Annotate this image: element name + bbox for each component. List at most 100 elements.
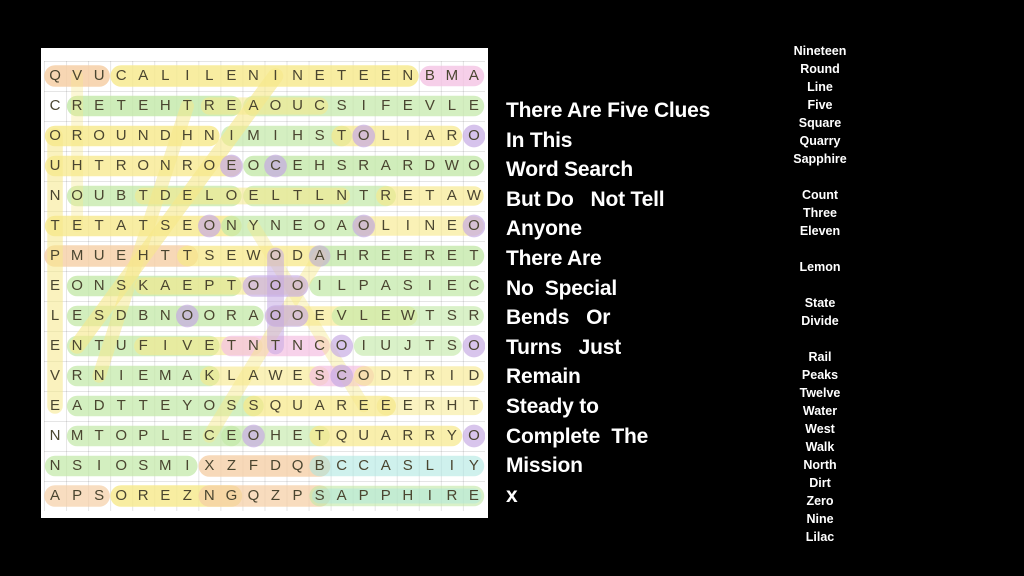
- grid-cell[interactable]: U: [375, 331, 397, 361]
- grid-cell[interactable]: D: [154, 121, 176, 151]
- grid-cell[interactable]: O: [264, 301, 286, 331]
- grid-cell[interactable]: E: [463, 481, 485, 511]
- grid-cell[interactable]: E: [176, 421, 198, 451]
- grid-cell[interactable]: H: [441, 391, 463, 421]
- grid-cell[interactable]: L: [220, 361, 242, 391]
- grid-cell[interactable]: N: [66, 331, 88, 361]
- grid-cell[interactable]: P: [132, 421, 154, 451]
- grid-cell[interactable]: H: [66, 151, 88, 181]
- grid-cell[interactable]: A: [331, 211, 353, 241]
- grid-cell[interactable]: L: [375, 121, 397, 151]
- grid-cell[interactable]: U: [287, 391, 309, 421]
- grid-cell[interactable]: N: [220, 211, 242, 241]
- grid-cell[interactable]: S: [154, 211, 176, 241]
- grid-cell[interactable]: S: [309, 121, 331, 151]
- grid-cell[interactable]: E: [176, 181, 198, 211]
- grid-cell[interactable]: O: [110, 451, 132, 481]
- word-list-item[interactable]: Nine: [760, 510, 880, 528]
- grid-cell[interactable]: N: [331, 181, 353, 211]
- grid-cell[interactable]: N: [242, 61, 264, 91]
- grid-cell[interactable]: I: [264, 121, 286, 151]
- word-list-item[interactable]: Walk: [760, 438, 880, 456]
- grid-cell[interactable]: I: [176, 451, 198, 481]
- grid-cell[interactable]: T: [88, 211, 110, 241]
- grid-cell[interactable]: J: [397, 331, 419, 361]
- grid-cell[interactable]: Z: [264, 481, 286, 511]
- grid-cell[interactable]: X: [198, 451, 220, 481]
- grid-cell[interactable]: L: [264, 181, 286, 211]
- grid-cell[interactable]: E: [176, 271, 198, 301]
- grid-cell[interactable]: T: [287, 181, 309, 211]
- grid-cell[interactable]: U: [110, 331, 132, 361]
- grid-cell[interactable]: E: [44, 331, 66, 361]
- grid-cell[interactable]: Q: [44, 61, 66, 91]
- word-list-item[interactable]: Dirt: [760, 474, 880, 492]
- grid-cell[interactable]: F: [242, 451, 264, 481]
- grid-cell[interactable]: U: [353, 421, 375, 451]
- grid-cell[interactable]: N: [397, 61, 419, 91]
- grid-cell[interactable]: N: [88, 271, 110, 301]
- grid-cell[interactable]: B: [110, 181, 132, 211]
- grid-cell[interactable]: U: [88, 241, 110, 271]
- grid-cell[interactable]: H: [176, 121, 198, 151]
- grid-cell[interactable]: O: [110, 481, 132, 511]
- grid-cell[interactable]: A: [132, 61, 154, 91]
- word-list-item[interactable]: Nineteen: [760, 42, 880, 60]
- grid-cell[interactable]: E: [353, 391, 375, 421]
- grid-cell[interactable]: T: [176, 91, 198, 121]
- grid-cell[interactable]: O: [198, 151, 220, 181]
- grid-cell[interactable]: B: [309, 451, 331, 481]
- grid-cell[interactable]: I: [397, 211, 419, 241]
- grid-cell[interactable]: T: [331, 61, 353, 91]
- grid-cell[interactable]: N: [419, 211, 441, 241]
- grid-cell[interactable]: R: [66, 361, 88, 391]
- grid-cell[interactable]: O: [331, 331, 353, 361]
- grid-cell[interactable]: E: [66, 301, 88, 331]
- grid-cell[interactable]: E: [88, 91, 110, 121]
- word-list-item[interactable]: Three: [760, 204, 880, 222]
- grid-cell[interactable]: E: [375, 241, 397, 271]
- grid-cell[interactable]: R: [375, 181, 397, 211]
- grid-cell[interactable]: M: [66, 421, 88, 451]
- grid-cell[interactable]: N: [44, 451, 66, 481]
- grid-cell[interactable]: Y: [441, 421, 463, 451]
- grid-cell[interactable]: T: [110, 91, 132, 121]
- grid-cell[interactable]: O: [66, 271, 88, 301]
- grid-cell[interactable]: Y: [463, 451, 485, 481]
- grid-cell[interactable]: E: [220, 61, 242, 91]
- grid-cell[interactable]: A: [375, 151, 397, 181]
- grid-cell[interactable]: T: [132, 181, 154, 211]
- grid-cell[interactable]: E: [44, 391, 66, 421]
- grid-cell[interactable]: E: [353, 61, 375, 91]
- grid-cell[interactable]: A: [66, 391, 88, 421]
- grid-cell[interactable]: R: [176, 151, 198, 181]
- grid-cell[interactable]: R: [66, 121, 88, 151]
- word-list-item[interactable]: Eleven: [760, 222, 880, 240]
- grid-cell[interactable]: E: [309, 61, 331, 91]
- grid-cell[interactable]: O: [44, 121, 66, 151]
- grid-cell[interactable]: C: [110, 61, 132, 91]
- grid-cell[interactable]: T: [264, 331, 286, 361]
- grid-cell[interactable]: L: [154, 61, 176, 91]
- grid-cell[interactable]: S: [397, 451, 419, 481]
- word-list-item[interactable]: Rail: [760, 348, 880, 366]
- grid-cell[interactable]: O: [264, 271, 286, 301]
- grid-cell[interactable]: K: [198, 361, 220, 391]
- grid-cell[interactable]: E: [198, 331, 220, 361]
- grid-cell[interactable]: A: [242, 301, 264, 331]
- grid-cell[interactable]: V: [419, 91, 441, 121]
- grid-cell[interactable]: O: [176, 301, 198, 331]
- grid-cell[interactable]: H: [264, 421, 286, 451]
- grid-cell[interactable]: O: [198, 211, 220, 241]
- grid-cell[interactable]: A: [154, 271, 176, 301]
- grid-cell[interactable]: D: [375, 361, 397, 391]
- grid-cell[interactable]: Q: [242, 481, 264, 511]
- grid-cell[interactable]: E: [287, 211, 309, 241]
- grid-cell[interactable]: R: [331, 391, 353, 421]
- grid-cell[interactable]: S: [220, 391, 242, 421]
- grid-cell[interactable]: H: [397, 481, 419, 511]
- grid-cell[interactable]: A: [176, 361, 198, 391]
- grid-cell[interactable]: L: [198, 61, 220, 91]
- grid-cell[interactable]: E: [397, 241, 419, 271]
- grid-cell[interactable]: M: [154, 451, 176, 481]
